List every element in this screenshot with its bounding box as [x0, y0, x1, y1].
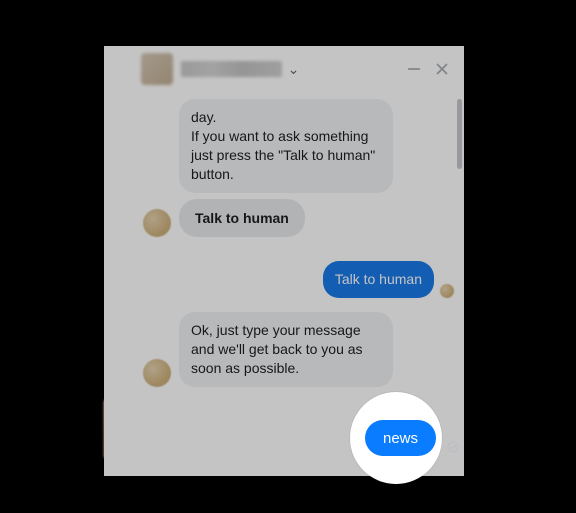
message-row: day. If you want to ask something just p… — [143, 99, 454, 193]
bot-avatar-icon — [143, 359, 171, 387]
message-row: Talk to human — [143, 261, 454, 298]
user-message-bubble: Talk to human — [323, 261, 434, 298]
bot-message-bubble: Ok, just type your message and we'll get… — [179, 312, 393, 387]
message-row: Talk to human — [143, 199, 454, 238]
quick-reply-button[interactable]: Talk to human — [179, 199, 305, 238]
chevron-down-icon[interactable]: ⌄ — [288, 61, 300, 78]
bot-avatar-icon — [143, 209, 171, 237]
avatar[interactable] — [141, 53, 173, 85]
minimize-button[interactable] — [400, 55, 428, 83]
scrollbar[interactable] — [457, 99, 462, 470]
close-button[interactable] — [428, 55, 456, 83]
delivered-circle-icon — [446, 440, 460, 454]
chat-title[interactable] — [181, 61, 282, 77]
message-row: Ok, just type your message and we'll get… — [143, 312, 454, 387]
seen-indicator-icon — [440, 284, 454, 298]
bot-message-bubble: day. If you want to ask something just p… — [179, 99, 393, 193]
scrollbar-thumb[interactable] — [457, 99, 462, 169]
chat-header: ⌄ — [133, 46, 464, 93]
news-quick-reply-button[interactable]: news — [365, 420, 436, 456]
